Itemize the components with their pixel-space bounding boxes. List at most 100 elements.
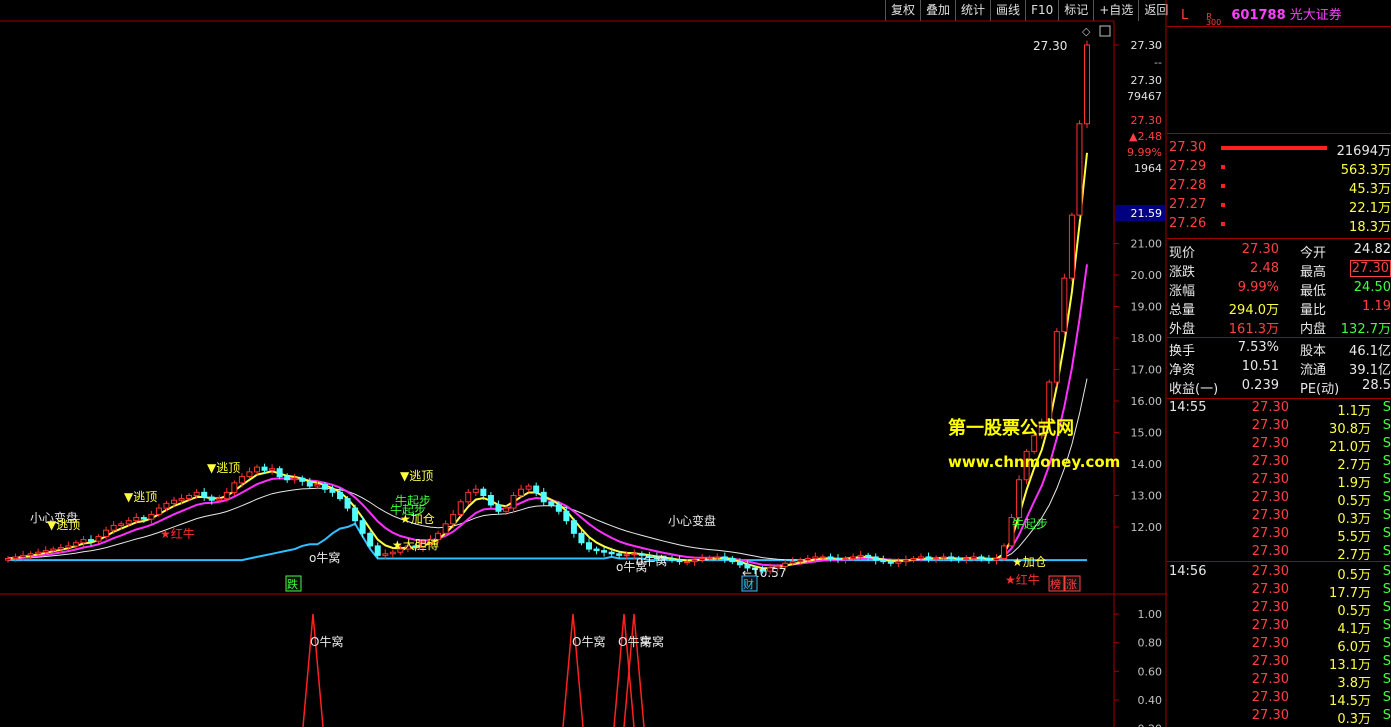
tick-price: 27.30 <box>1251 490 1289 505</box>
tick-row: 27.30 0.5万 S <box>1169 490 1391 509</box>
candle-body <box>872 556 879 561</box>
level-price: 27.29 <box>1169 159 1207 174</box>
tick-row: 27.30 5.5万 S <box>1169 526 1391 545</box>
signal-label: 牛起步 <box>395 493 431 508</box>
tick-volume: 6.0万 <box>1337 640 1371 655</box>
tick-side: S <box>1382 544 1391 559</box>
candle-body <box>948 556 955 560</box>
candle-body <box>223 491 230 500</box>
candle-body <box>110 524 117 531</box>
stat-label: 现价 <box>1169 246 1196 261</box>
kline-chart[interactable]: 27.30 21.00 20.00 19.00 18.00 17.00 16.00 15.00… <box>0 0 1167 727</box>
level-volume: 18.3万 <box>1349 220 1391 235</box>
signal-label: 小心变盘 <box>668 513 716 528</box>
price-info-label: 79467 <box>1127 90 1162 103</box>
tick-time: 14:55 <box>1169 400 1207 415</box>
signal-label: ▼逃顶 <box>400 469 433 483</box>
candle-body <box>736 561 743 566</box>
candle-body <box>186 494 193 500</box>
stock-name: 光大证券 <box>1289 8 1342 23</box>
tick-row: 27.30 1.9万 S <box>1169 472 1391 491</box>
candle-body <box>155 507 162 515</box>
candle-body <box>216 498 223 501</box>
price-info-label: -- <box>1154 40 1162 53</box>
stat-value: 9.99% <box>1237 280 1279 295</box>
candle-body <box>389 551 396 555</box>
price-tick-label: 18.00 <box>1131 332 1163 345</box>
candle-body <box>835 558 841 561</box>
candle-body <box>465 491 472 503</box>
signal-label: o牛窝 <box>309 550 340 565</box>
level-volume: 563.3万 <box>1340 163 1391 178</box>
candle-body <box>857 554 864 558</box>
candle-body <box>246 471 253 478</box>
tick-row: 27.30 21.0万 S <box>1169 436 1391 455</box>
tick-volume: 13.1万 <box>1329 658 1371 673</box>
stat-value: 46.1亿 <box>1349 344 1391 359</box>
candle-body <box>812 556 819 560</box>
candle-body <box>148 513 155 520</box>
stat-value: 27.30 <box>1349 260 1391 277</box>
tick-volume: 4.1万 <box>1337 622 1371 637</box>
level-volume-bar <box>1221 165 1225 169</box>
candle-body <box>12 556 19 560</box>
candle-body <box>276 468 283 478</box>
stat-row: 总量 294.0万 量比 1.19 <box>1169 299 1391 318</box>
candle-body <box>140 517 147 520</box>
stat-value: 132.7万 <box>1340 322 1391 337</box>
candle-body <box>563 510 570 522</box>
candle-body <box>865 554 872 558</box>
candle-body <box>80 539 87 544</box>
candle-body <box>359 520 366 534</box>
event-marker: 跌 <box>287 577 298 591</box>
candle-body <box>925 556 932 560</box>
price-tick-label: 14.00 <box>1131 458 1163 471</box>
indicator-lines <box>7 152 1088 570</box>
candle-body <box>1068 214 1075 279</box>
window-toggle-icon[interactable] <box>1099 25 1111 37</box>
stat-value: 10.51 <box>1241 359 1279 374</box>
spike-line <box>623 613 645 727</box>
stat-label: 收益(一) <box>1169 382 1219 397</box>
candle-body <box>827 556 834 560</box>
price-tick-label: 17.00 <box>1131 363 1163 376</box>
watermark-url: www.chnmoney.com <box>948 453 1120 471</box>
candle-body <box>1046 381 1053 424</box>
candle-body <box>337 491 343 500</box>
stat-label: 流通 <box>1300 363 1327 378</box>
tick-side: S <box>1382 690 1391 705</box>
candle-body <box>178 498 185 501</box>
stat-label: 量比 <box>1300 303 1327 318</box>
candle-body <box>1084 44 1090 125</box>
stat-row: 现价 27.30 今开 24.82 <box>1169 242 1391 261</box>
candle-body <box>570 520 577 534</box>
tick-side: S <box>1382 672 1391 687</box>
candle-body <box>978 556 985 560</box>
signal-label: ▼逃顶 <box>47 518 80 532</box>
tick-side: S <box>1382 508 1391 523</box>
candle-body <box>714 556 721 559</box>
candle-body <box>118 523 125 526</box>
spike-label: O牛窝 <box>310 634 343 649</box>
sub-indicator-spikes: O牛窝 O牛窝 O牛窝牛窝 <box>302 613 664 727</box>
divider <box>1167 26 1391 27</box>
candle-body <box>601 550 608 553</box>
tick-volume: 3.8万 <box>1337 676 1371 691</box>
divider <box>1167 337 1391 338</box>
spike-line <box>562 613 584 727</box>
candle-body <box>5 558 11 561</box>
candle-body <box>985 558 992 561</box>
chart-corner-icons: ◇ <box>1082 25 1111 38</box>
candle-body <box>495 504 502 512</box>
level-volume: 45.3万 <box>1349 182 1391 197</box>
price-info-label: 27.30 <box>1131 114 1163 127</box>
tick-side: S <box>1382 618 1391 633</box>
stat-value: 1.19 <box>1362 299 1391 314</box>
spike-line <box>302 613 324 727</box>
tick-price: 27.30 <box>1251 400 1289 415</box>
level-volume-bar <box>1221 222 1225 226</box>
candle-body <box>193 491 200 496</box>
diamond-icon[interactable]: ◇ <box>1082 25 1091 38</box>
candle-body <box>525 485 532 490</box>
candle-body <box>578 532 585 544</box>
